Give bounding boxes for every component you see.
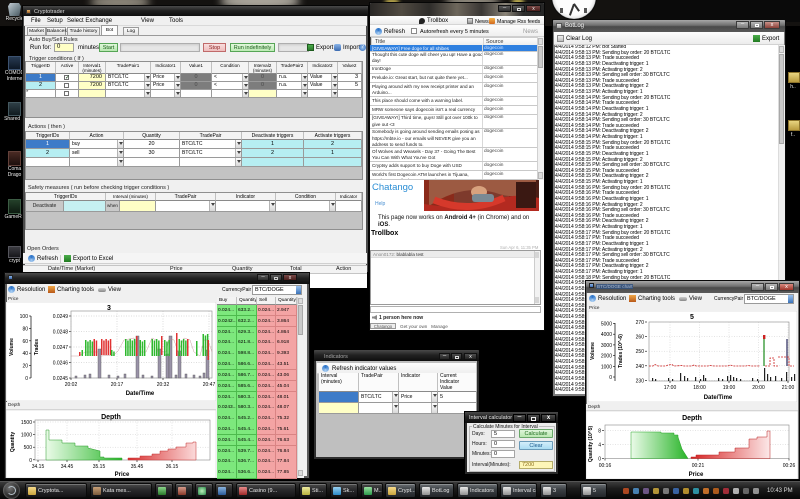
svg-text:35.45: 35.45 — [131, 464, 144, 470]
svg-text:20:17: 20:17 — [111, 382, 124, 388]
svg-text:0.0248: 0.0248 — [53, 330, 69, 336]
svg-text:00:26: 00:26 — [783, 463, 796, 469]
svg-text:19:00: 19:00 — [723, 385, 736, 391]
svg-text:Date/Time: Date/Time — [704, 395, 733, 401]
svg-text:100: 100 — [20, 314, 29, 320]
svg-text:Quantity (10^5): Quantity (10^5) — [588, 426, 594, 463]
svg-text:20:32: 20:32 — [157, 382, 170, 388]
svg-text:4000: 4000 — [601, 332, 612, 338]
svg-text:250: 250 — [636, 349, 645, 355]
svg-text:1000: 1000 — [21, 433, 32, 439]
svg-text:0.0247: 0.0247 — [53, 345, 69, 351]
svg-text:Volume: Volume — [590, 342, 596, 360]
svg-text:3000: 3000 — [601, 343, 612, 349]
svg-text:5: 5 — [690, 314, 694, 321]
svg-text:Date/Time: Date/Time — [126, 391, 155, 397]
svg-text:240: 240 — [636, 364, 645, 370]
svg-text:Depth: Depth — [682, 415, 702, 422]
svg-text:00:16: 00:16 — [599, 463, 612, 469]
svg-text:17:00: 17:00 — [664, 385, 677, 391]
svg-text:0.0246: 0.0246 — [53, 361, 69, 367]
svg-text:80: 80 — [22, 326, 28, 332]
svg-text:270: 270 — [636, 320, 645, 326]
svg-text:Quantity: Quantity — [10, 432, 16, 452]
svg-text:20:47: 20:47 — [203, 382, 216, 388]
svg-text:0: 0 — [609, 375, 612, 381]
svg-text:Trades (10^-6): Trades (10^-6) — [618, 334, 624, 368]
svg-text:Price: Price — [115, 472, 130, 478]
svg-text:0.0249: 0.0249 — [53, 314, 69, 320]
svg-text:Volume: Volume — [9, 338, 15, 356]
svg-text:8: 8 — [598, 429, 601, 435]
svg-text:0: 0 — [29, 458, 32, 464]
svg-text:2000: 2000 — [601, 354, 612, 360]
svg-text:0: 0 — [598, 457, 601, 463]
svg-text:1000: 1000 — [601, 364, 612, 370]
svg-text:4: 4 — [598, 443, 601, 449]
svg-text:Price: Price — [689, 472, 704, 478]
svg-text:1500: 1500 — [21, 420, 32, 426]
svg-text:35.15: 35.15 — [93, 464, 106, 470]
svg-text:Trades: Trades — [34, 339, 40, 355]
svg-text:500: 500 — [24, 445, 33, 451]
svg-text:230: 230 — [636, 378, 645, 384]
svg-text:0: 0 — [25, 376, 28, 382]
svg-text:00:21: 00:21 — [692, 463, 705, 469]
svg-text:18:00: 18:00 — [693, 385, 706, 391]
svg-text:36.15: 36.15 — [166, 464, 179, 470]
svg-text:40: 40 — [22, 351, 28, 357]
svg-text:60: 60 — [22, 339, 28, 345]
svg-text:34.45: 34.45 — [61, 464, 74, 470]
svg-text:20: 20 — [22, 364, 28, 370]
svg-text:260: 260 — [636, 335, 645, 341]
svg-text:20:00: 20:00 — [752, 385, 765, 391]
svg-text:21:00: 21:00 — [782, 385, 795, 391]
svg-text:20:02: 20:02 — [65, 382, 78, 388]
svg-text:5000: 5000 — [601, 322, 612, 328]
svg-text:34.15: 34.15 — [32, 464, 45, 470]
